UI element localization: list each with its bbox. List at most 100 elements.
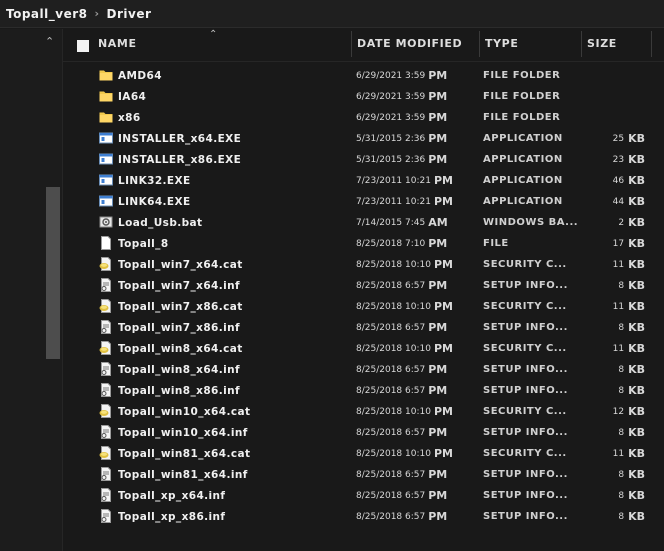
file-type: Security C...: [483, 301, 567, 312]
column-divider[interactable]: [581, 31, 582, 57]
file-name: Topall_win10_x64.inf: [118, 426, 248, 439]
application-icon: [99, 152, 113, 166]
file-row[interactable]: Topall_win7_x86.inf 8/25/2018 6:57 PM Setup…: [63, 317, 664, 338]
file-row[interactable]: Topall_win10_x64.inf 8/25/2018 6:57 PM Setu…: [63, 422, 664, 443]
file-date: 8/25/2018 10:10 PM: [356, 401, 481, 422]
column-header-name[interactable]: Name: [94, 29, 348, 57]
breadcrumb-item-topall[interactable]: Topall_ver8: [6, 7, 87, 21]
file-row[interactable]: Topall_win10_x64.cat 8/25/2018 10:10 PM Sec…: [63, 401, 664, 422]
file-size-unit: KB: [628, 321, 645, 334]
file-row[interactable]: Topall_win81_x64.inf 8/25/2018 6:57 PM Setu…: [63, 464, 664, 485]
file-size-value: 23: [612, 154, 625, 165]
file-date: 8/25/2018 10:10 PM: [356, 338, 481, 359]
file-size: 11 KB: [583, 443, 645, 464]
chevron-up-icon[interactable]: ⌃: [45, 35, 54, 48]
setup-info-icon: [99, 320, 113, 334]
column-header-date[interactable]: Date modified: [353, 29, 479, 57]
file-row[interactable]: Topall_xp_x64.inf 8/25/2018 6:57 PM Setup I…: [63, 485, 664, 506]
file-size-value: 8: [618, 490, 625, 501]
column-divider[interactable]: [651, 31, 652, 57]
file-name: Load_Usb.bat: [118, 216, 203, 229]
security-catalog-icon: [99, 446, 113, 460]
file-name: AMD64: [118, 69, 162, 82]
file-row[interactable]: Topall_win8_x86.inf 8/25/2018 6:57 PM Setup…: [63, 380, 664, 401]
file-date-value: 8/25/2018 10:10: [356, 301, 431, 312]
file-row[interactable]: Topall_win7_x64.inf 8/25/2018 6:57 PM Setup…: [63, 275, 664, 296]
file-type: Setup Info...: [483, 385, 568, 396]
file-type: Setup Info...: [483, 511, 568, 522]
file-row[interactable]: Load_Usb.bat 7/14/2015 7:45 AM Windows Ba..…: [63, 212, 664, 233]
file-row[interactable]: LINK32.EXE 7/23/2011 10:21 PM Application 46…: [63, 170, 664, 191]
file-type: Setup Info...: [483, 469, 568, 480]
file-size-value: 8: [618, 322, 625, 333]
security-catalog-icon: [99, 341, 113, 355]
file-size: 17 KB: [583, 233, 645, 254]
file-size: 11 KB: [583, 338, 645, 359]
file-date: 7/14/2015 7:45 AM: [356, 212, 481, 233]
file-name: Topall_xp_x86.inf: [118, 510, 226, 523]
file-size: 12 KB: [583, 401, 645, 422]
breadcrumb-item-driver[interactable]: Driver: [107, 7, 152, 21]
file-row[interactable]: Topall_win8_x64.cat 8/25/2018 10:10 PM Secu…: [63, 338, 664, 359]
file-row[interactable]: x86 6/29/2021 3:59 PM File folder: [63, 107, 664, 128]
file-size-unit: KB: [628, 174, 645, 187]
column-divider[interactable]: [351, 31, 352, 57]
select-all-checkbox[interactable]: [77, 40, 89, 52]
file-size-value: 11: [612, 343, 625, 354]
file-name: INSTALLER_x64.EXE: [118, 132, 242, 145]
file-size-unit: KB: [628, 489, 645, 502]
file-row[interactable]: Topall_win7_x64.cat 8/25/2018 10:10 PM Secu…: [63, 254, 664, 275]
security-catalog-icon: [99, 257, 113, 271]
file-size-unit: KB: [628, 279, 645, 292]
file-type: Setup Info...: [483, 322, 568, 333]
file-size-unit: KB: [628, 447, 645, 460]
file-size-unit: KB: [628, 405, 645, 418]
file-row[interactable]: Topall_win7_x86.cat 8/25/2018 10:10 PM Secu…: [63, 296, 664, 317]
file-size-value: 17: [612, 238, 625, 249]
file-date-value: 8/25/2018 7:10: [356, 238, 426, 249]
file-size: [583, 86, 645, 107]
file-row[interactable]: Topall_win81_x64.cat 8/25/2018 10:10 PM Sec…: [63, 443, 664, 464]
column-header-size[interactable]: Size: [583, 29, 651, 57]
file-type: File folder: [483, 112, 561, 123]
file-size-value: 44: [612, 196, 625, 207]
file-type: Application: [483, 133, 563, 144]
file-size: 8 KB: [583, 317, 645, 338]
file-type: Security C...: [483, 259, 567, 270]
setup-info-icon: [99, 488, 113, 502]
file-row[interactable]: INSTALLER_x64.EXE 5/31/2015 2:36 PM Applica…: [63, 128, 664, 149]
column-divider[interactable]: [479, 31, 480, 57]
file-date: 8/25/2018 7:10 PM: [356, 233, 481, 254]
file-row[interactable]: Topall_win8_x64.inf 8/25/2018 6:57 PM Setup…: [63, 359, 664, 380]
setup-info-icon: [99, 383, 113, 397]
file-size-value: 46: [612, 175, 625, 186]
column-header-type[interactable]: Type: [481, 29, 579, 57]
setup-info-icon: [99, 509, 113, 523]
file-type: Windows Ba...: [483, 217, 579, 228]
file-date-value: 6/29/2021 3:59: [356, 70, 426, 81]
file-type: Setup Info...: [483, 280, 568, 291]
file-row[interactable]: INSTALLER_x86.EXE 5/31/2015 2:36 PM Applica…: [63, 149, 664, 170]
file-name: x86: [118, 111, 141, 124]
file-name: Topall_win8_x64.inf: [118, 363, 240, 376]
file-row[interactable]: IA64 6/29/2021 3:59 PM File folder: [63, 86, 664, 107]
file-row[interactable]: Topall_xp_x86.inf 8/25/2018 6:57 PM Setup I…: [63, 506, 664, 527]
file-date: 6/29/2021 3:59 PM: [356, 65, 481, 86]
file-date-value: 8/25/2018 10:10: [356, 406, 431, 417]
file-row[interactable]: LINK64.EXE 7/23/2011 10:21 PM Application 44…: [63, 191, 664, 212]
file-size-unit: KB: [628, 300, 645, 313]
file-size-value: 8: [618, 469, 625, 480]
setup-info-icon: [99, 467, 113, 481]
file-date-value: 8/25/2018 6:57: [356, 364, 426, 375]
file-date-ampm: PM: [433, 405, 453, 418]
nav-scrollbar-thumb[interactable]: [46, 187, 60, 359]
file-row[interactable]: AMD64 6/29/2021 3:59 PM File folder: [63, 65, 664, 86]
file-row[interactable]: Topall_8 8/25/2018 7:10 PM File 17 KB: [63, 233, 664, 254]
file-date-ampm: PM: [428, 363, 448, 376]
file-date-value: 6/29/2021 3:59: [356, 91, 426, 102]
file-size-unit: KB: [628, 195, 645, 208]
file-date-value: 7/23/2011 10:21: [356, 196, 431, 207]
file-name: Topall_win7_x86.inf: [118, 321, 240, 334]
file-size-unit: KB: [628, 258, 645, 271]
file-date: 5/31/2015 2:36 PM: [356, 149, 481, 170]
